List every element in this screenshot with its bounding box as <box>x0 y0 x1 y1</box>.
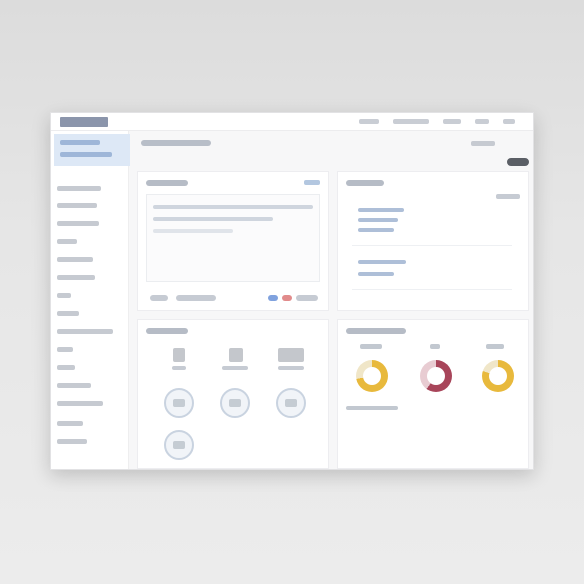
list-item-text <box>358 272 394 276</box>
tile-label <box>172 366 186 370</box>
top-nav-item[interactable] <box>359 119 379 124</box>
panel-title <box>346 328 406 334</box>
tile-label <box>222 366 248 370</box>
text-line <box>153 229 233 233</box>
shortcut-tile[interactable] <box>274 344 308 378</box>
donut-chart <box>356 360 388 392</box>
sidebar-item[interactable] <box>57 275 95 280</box>
page-title <box>141 140 211 146</box>
app-window <box>50 112 534 470</box>
shortcuts-panel <box>137 319 329 469</box>
donut-label <box>360 344 382 349</box>
document-icon <box>173 348 185 362</box>
composer-actions <box>146 292 320 306</box>
panel-link[interactable] <box>496 194 520 199</box>
attach-label[interactable] <box>150 295 168 301</box>
sidebar-item[interactable] <box>57 203 97 208</box>
accent-icon[interactable] <box>268 295 278 301</box>
list-item-text <box>358 208 404 212</box>
shortcut-tile[interactable] <box>162 344 196 378</box>
shortcut-circle[interactable] <box>164 388 194 418</box>
calendar-icon <box>278 348 304 362</box>
shortcut-circle[interactable] <box>276 388 306 418</box>
donut-label <box>486 344 504 349</box>
top-nav-item[interactable] <box>393 119 429 124</box>
main-content <box>129 131 533 469</box>
sidebar-item[interactable] <box>57 293 71 298</box>
sidebar <box>51 131 130 469</box>
sidebar-item[interactable] <box>57 186 101 191</box>
activity-panel <box>337 171 529 311</box>
donut-center <box>363 367 381 385</box>
donut-chart <box>482 360 514 392</box>
user-icon <box>173 399 185 407</box>
sidebar-item[interactable] <box>57 439 87 444</box>
donut-center <box>427 367 445 385</box>
donut-label <box>430 344 440 349</box>
sidebar-item[interactable] <box>57 221 99 226</box>
top-nav <box>359 119 515 124</box>
sidebar-item-label <box>60 140 100 145</box>
sidebar-item[interactable] <box>57 347 73 352</box>
sidebar-item[interactable] <box>57 257 93 262</box>
top-nav-item[interactable] <box>443 119 461 124</box>
text-line <box>153 217 273 221</box>
top-bar <box>51 113 533 131</box>
sidebar-item[interactable] <box>57 383 91 388</box>
shortcut-circle[interactable] <box>220 388 250 418</box>
panel-link[interactable] <box>304 180 320 185</box>
donut-center <box>489 367 507 385</box>
list-item[interactable] <box>352 254 512 290</box>
tile-label <box>278 366 304 370</box>
folder-icon <box>229 348 243 362</box>
shortcut-tile[interactable] <box>218 344 252 378</box>
stats-footer <box>346 406 398 410</box>
option-label[interactable] <box>176 295 216 301</box>
sidebar-item[interactable] <box>57 365 75 370</box>
flag-icon[interactable] <box>282 295 292 301</box>
list-item-text <box>358 260 406 264</box>
shortcut-circle[interactable] <box>164 430 194 460</box>
mail-icon <box>173 441 185 449</box>
panel-title <box>346 180 384 186</box>
settings-icon <box>285 399 297 407</box>
list-item-text <box>358 228 394 232</box>
app-logo[interactable] <box>60 117 108 127</box>
sidebar-item-label <box>60 152 112 157</box>
primary-button[interactable] <box>507 158 529 166</box>
top-nav-item[interactable] <box>503 119 515 124</box>
sidebar-item[interactable] <box>57 239 77 244</box>
sidebar-item[interactable] <box>57 401 103 406</box>
send-button[interactable] <box>296 295 318 301</box>
text-line <box>153 205 313 209</box>
sidebar-item-active[interactable] <box>54 134 130 166</box>
top-nav-item[interactable] <box>475 119 489 124</box>
donut-chart <box>420 360 452 392</box>
panel-title <box>146 328 188 334</box>
list-item[interactable] <box>352 204 512 246</box>
sidebar-item[interactable] <box>57 421 83 426</box>
stats-panel <box>337 319 529 469</box>
panel-title <box>146 180 188 186</box>
message-textarea[interactable] <box>146 194 320 282</box>
sidebar-item[interactable] <box>57 311 79 316</box>
list-item-text <box>358 218 398 222</box>
header-link[interactable] <box>471 141 495 146</box>
sidebar-item[interactable] <box>57 329 113 334</box>
chart-icon <box>229 399 241 407</box>
composer-panel <box>137 171 329 311</box>
